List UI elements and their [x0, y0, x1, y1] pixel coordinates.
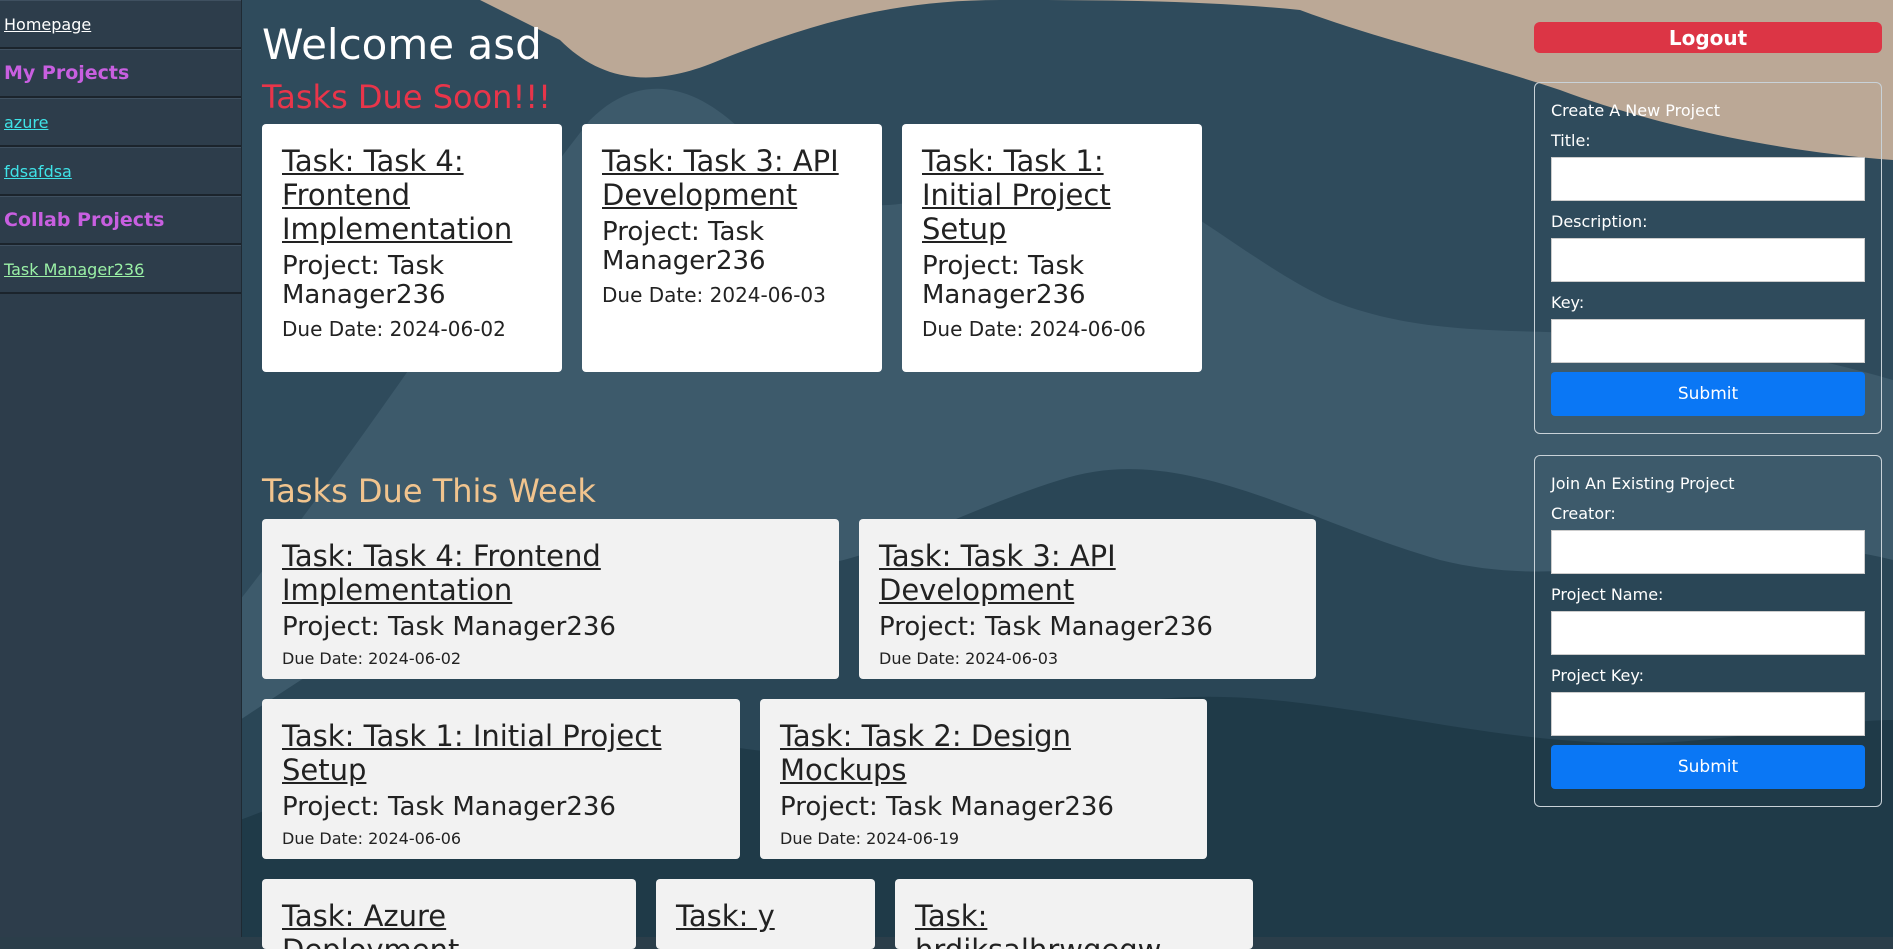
description-input[interactable] [1551, 238, 1865, 282]
key-label: Key: [1551, 293, 1585, 312]
task-project: Project: Task Manager236 [282, 612, 616, 642]
create-project-form: Create A New Project Title: Description:… [1534, 82, 1882, 434]
task-due-date: Due Date: 2024-06-03 [879, 649, 1059, 668]
project-link-azure[interactable]: azure [4, 113, 48, 132]
join-project-form: Join An Existing Project Creator: Projec… [1534, 455, 1882, 807]
key-input[interactable] [1551, 319, 1865, 363]
title-label: Title: [1551, 131, 1591, 150]
task-project: Project: Task Manager236 [282, 792, 616, 822]
week-task-card: Task: Task 1: Initial Project Setup Proj… [262, 699, 740, 859]
week-task-card: Task: Azure Deployment [262, 879, 636, 949]
project-link-fdsafdsa[interactable]: fdsafdsa [4, 162, 72, 181]
tasks-due-this-week-heading: Tasks Due This Week [262, 472, 596, 510]
task-title-link[interactable]: Task: Task 1: Initial Project Setup [922, 144, 1182, 246]
project-name-input[interactable] [1551, 611, 1865, 655]
week-task-card: Task: y [656, 879, 875, 949]
task-project: Project: Task Manager236 [282, 251, 446, 310]
welcome-title: Welcome asd [262, 20, 542, 69]
task-project: Project: Task Manager236 [879, 612, 1213, 642]
task-title-link[interactable]: Task: Task 4: Frontend Implementation [282, 539, 819, 607]
task-title-link[interactable]: Task: Task 4: Frontend Implementation [282, 144, 542, 246]
tasks-due-soon-heading: Tasks Due Soon!!! [262, 78, 551, 116]
task-title-link[interactable]: Task: Task 3: API Development [602, 144, 862, 212]
task-due-date: Due Date: 2024-06-02 [282, 649, 462, 668]
project-key-label: Project Key: [1551, 666, 1645, 685]
right-panel: Logout Create A New Project Title: Descr… [1534, 0, 1884, 937]
soon-task-card: Task: Task 3: API Development Project: T… [582, 124, 882, 372]
sidebar: Homepage My Projects azure fdsafdsa Coll… [0, 0, 242, 937]
week-task-card: Task: hrdjksalhrwqeqw [895, 879, 1253, 949]
join-project-title: Join An Existing Project [1551, 474, 1735, 493]
logout-button[interactable]: Logout [1534, 22, 1882, 53]
task-title-link[interactable]: Task: Task 1: Initial Project Setup [282, 719, 720, 787]
description-label: Description: [1551, 212, 1648, 231]
sidebar-heading-my-projects: My Projects [0, 49, 241, 98]
collab-link-task-manager236[interactable]: Task Manager236 [4, 260, 144, 279]
soon-task-card: Task: Task 4: Frontend Implementation Pr… [262, 124, 562, 372]
task-due-date: Due Date: 2024-06-03 [602, 283, 826, 307]
sidebar-item-task-manager236[interactable]: Task Manager236 [0, 245, 241, 294]
creator-label: Creator: [1551, 504, 1616, 523]
creator-input[interactable] [1551, 530, 1865, 574]
main-content: Welcome asd Tasks Due Soon!!! Task: Task… [262, 0, 1512, 949]
create-submit-button[interactable]: Submit [1551, 372, 1865, 416]
sidebar-item-fdsafdsa[interactable]: fdsafdsa [0, 147, 241, 196]
task-due-date: Due Date: 2024-06-02 [282, 317, 506, 341]
task-title-link[interactable]: Task: Task 3: API Development [879, 539, 1296, 607]
task-project: Project: Task Manager236 [922, 251, 1086, 310]
task-due-date: Due Date: 2024-06-19 [780, 829, 960, 848]
project-key-input[interactable] [1551, 692, 1865, 736]
task-title-link[interactable]: Task: Azure Deployment [282, 899, 616, 949]
task-title-link[interactable]: Task: hrdjksalhrwqeqw [915, 899, 1233, 949]
week-task-card: Task: Task 4: Frontend Implementation Pr… [262, 519, 839, 679]
sidebar-item-homepage[interactable]: Homepage [0, 0, 241, 49]
task-due-date: Due Date: 2024-06-06 [922, 317, 1146, 341]
homepage-link[interactable]: Homepage [4, 15, 91, 34]
soon-task-card: Task: Task 1: Initial Project Setup Proj… [902, 124, 1202, 372]
task-title-link[interactable]: Task: y [676, 899, 855, 933]
sidebar-item-azure[interactable]: azure [0, 98, 241, 147]
task-project: Project: Task Manager236 [780, 792, 1114, 822]
task-due-date: Due Date: 2024-06-06 [282, 829, 462, 848]
join-submit-button[interactable]: Submit [1551, 745, 1865, 789]
my-projects-heading: My Projects [4, 62, 130, 84]
collab-projects-heading: Collab Projects [4, 209, 165, 231]
project-name-label: Project Name: [1551, 585, 1664, 604]
create-project-title: Create A New Project [1551, 101, 1721, 120]
sidebar-heading-collab-projects: Collab Projects [0, 196, 241, 245]
week-task-card: Task: Task 3: API Development Project: T… [859, 519, 1316, 679]
task-project: Project: Task Manager236 [602, 217, 766, 276]
week-task-card: Task: Task 2: Design Mockups Project: Ta… [760, 699, 1207, 859]
title-input[interactable] [1551, 157, 1865, 201]
task-title-link[interactable]: Task: Task 2: Design Mockups [780, 719, 1187, 787]
